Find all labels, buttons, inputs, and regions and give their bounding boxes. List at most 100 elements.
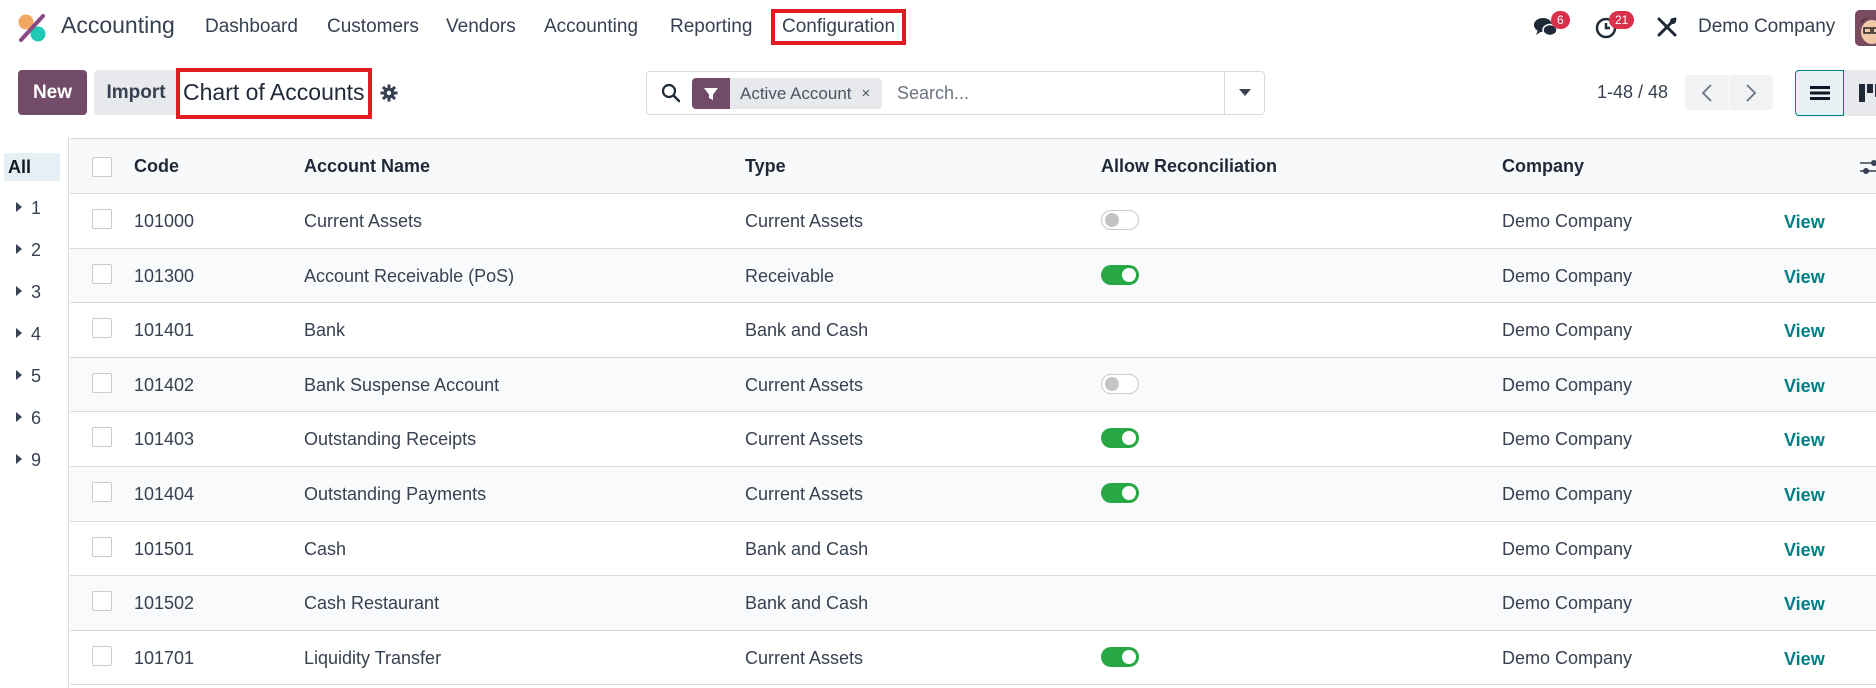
table-row[interactable]: 101000 Current Assets Current Assets Demo C… bbox=[70, 194, 1876, 249]
settings-tools-icon[interactable] bbox=[1656, 16, 1678, 38]
accounts-table: Code Account Name Type Allow Reconciliat… bbox=[70, 138, 1876, 686]
row-checkbox[interactable] bbox=[92, 481, 112, 502]
allow-reconciliation-toggle[interactable] bbox=[1101, 264, 1139, 285]
cell-company: Demo Company bbox=[1502, 647, 1633, 668]
toggle-knob bbox=[1105, 376, 1119, 391]
cell-code: 101000 bbox=[134, 211, 195, 231]
table-row[interactable]: 101402 Bank Suspense Account Current Asset… bbox=[70, 357, 1876, 413]
sidebar-group-6[interactable]: 6 bbox=[4, 404, 60, 432]
search-bar: Active Account × bbox=[646, 71, 1265, 115]
kanban-view-button[interactable] bbox=[1844, 70, 1876, 116]
cell-account-name: Bank Suspense Account bbox=[304, 374, 500, 395]
import-button[interactable]: Import bbox=[94, 70, 178, 115]
allow-reconciliation-toggle[interactable] bbox=[1101, 646, 1139, 667]
row-checkbox[interactable] bbox=[92, 427, 112, 448]
pager-value[interactable]: 1-48 / 48 bbox=[1597, 82, 1668, 103]
menu-customers[interactable]: Customers bbox=[327, 16, 419, 38]
allow-reconciliation-toggle[interactable] bbox=[1101, 373, 1139, 394]
row-checkbox[interactable] bbox=[92, 536, 112, 557]
menu-dashboard[interactable]: Dashboard bbox=[205, 16, 298, 38]
sidebar-group-label: 5 bbox=[31, 366, 42, 386]
sidebar-group-5[interactable]: 5 bbox=[4, 362, 60, 390]
menu-configuration[interactable]: Configuration bbox=[770, 9, 907, 45]
row-checkbox[interactable] bbox=[92, 263, 112, 284]
sidebar-group-4[interactable]: 4 bbox=[4, 320, 60, 348]
cell-type: Bank and Cash bbox=[745, 593, 869, 614]
sidebar-group-2[interactable]: 2 bbox=[4, 236, 60, 264]
cell-company: Demo Company bbox=[1502, 211, 1633, 231]
page-title: Chart of Accounts bbox=[176, 68, 372, 119]
table-row[interactable]: 101300 Account Receivable (PoS) Receivable… bbox=[70, 248, 1876, 304]
view-button[interactable]: View bbox=[1784, 485, 1825, 506]
search-input[interactable] bbox=[897, 80, 1197, 107]
activities-badge: 21 bbox=[1609, 11, 1635, 29]
row-checkbox[interactable] bbox=[92, 318, 112, 339]
gear-icon[interactable] bbox=[380, 84, 398, 102]
cell-account-name: Outstanding Payments bbox=[304, 483, 487, 504]
sidebar-group-label: 1 bbox=[31, 198, 42, 218]
optional-columns-icon[interactable] bbox=[1860, 157, 1876, 177]
chevron-right-icon bbox=[1746, 83, 1757, 102]
table-row[interactable]: 101502 Cash Restaurant Bank and Cash Demo C… bbox=[70, 576, 1876, 631]
facet-remove-icon[interactable]: × bbox=[862, 85, 883, 102]
view-button[interactable]: View bbox=[1784, 594, 1825, 615]
user-avatar[interactable] bbox=[1855, 10, 1876, 46]
caret-right-icon bbox=[16, 454, 22, 465]
sidebar-group-label: 2 bbox=[31, 240, 42, 260]
cell-account-name: Cash Restaurant bbox=[304, 593, 440, 614]
cell-company: Demo Company bbox=[1502, 265, 1633, 286]
search-icon[interactable] bbox=[661, 83, 681, 103]
menu-vendors[interactable]: Vendors bbox=[446, 16, 516, 38]
allow-reconciliation-toggle[interactable] bbox=[1101, 210, 1139, 230]
allow-reconciliation-toggle[interactable] bbox=[1101, 482, 1139, 503]
table-row[interactable]: 101401 Bank Bank and Cash Demo Company View bbox=[70, 303, 1876, 358]
list-view-button[interactable] bbox=[1795, 70, 1844, 116]
column-header-company[interactable]: Company bbox=[1502, 156, 1584, 177]
table-body: 101000 Current Assets Current Assets Demo C… bbox=[70, 194, 1876, 686]
allow-reconciliation-toggle[interactable] bbox=[1101, 428, 1139, 449]
menu-accounting[interactable]: Accounting bbox=[544, 16, 638, 38]
view-button[interactable]: View bbox=[1784, 267, 1825, 288]
caret-right-icon bbox=[16, 202, 22, 213]
sidebar-item-all[interactable]: All bbox=[4, 153, 60, 181]
sidebar-group-9[interactable]: 9 bbox=[4, 446, 60, 474]
select-all-checkbox[interactable] bbox=[92, 157, 112, 177]
view-button[interactable]: View bbox=[1784, 212, 1825, 233]
cell-type: Current Assets bbox=[745, 374, 864, 395]
table-row[interactable]: 101404 Outstanding Payments Current Assets… bbox=[70, 466, 1876, 522]
table-row[interactable]: 101403 Outstanding Receipts Current Assets… bbox=[70, 412, 1876, 467]
filter-icon bbox=[692, 78, 730, 109]
table-row[interactable]: 101501 Cash Bank and Cash Demo Company View bbox=[70, 521, 1876, 577]
row-checkbox[interactable] bbox=[92, 209, 112, 229]
column-header-account-name[interactable]: Account Name bbox=[304, 156, 430, 177]
sidebar-group-label: 3 bbox=[31, 282, 42, 302]
view-button[interactable]: View bbox=[1784, 430, 1825, 451]
accounting-app-logo-icon[interactable] bbox=[16, 12, 48, 44]
search-options-toggle[interactable] bbox=[1224, 72, 1264, 114]
sidebar-group-label: 6 bbox=[31, 408, 42, 428]
cell-code: 101701 bbox=[134, 647, 195, 668]
app-name[interactable]: Accounting bbox=[61, 12, 175, 39]
new-button[interactable]: New bbox=[18, 70, 87, 115]
table-row[interactable]: 101701 Liquidity Transfer Current Assets De… bbox=[70, 630, 1876, 686]
company-switcher[interactable]: Demo Company bbox=[1698, 16, 1835, 38]
column-header-allow-reconciliation[interactable]: Allow Reconciliation bbox=[1101, 156, 1277, 177]
row-checkbox[interactable] bbox=[92, 645, 112, 666]
sidebar-group-3[interactable]: 3 bbox=[4, 278, 60, 306]
column-header-type[interactable]: Type bbox=[745, 156, 786, 177]
view-button[interactable]: View bbox=[1784, 321, 1825, 342]
menu-reporting[interactable]: Reporting bbox=[670, 16, 752, 38]
caret-right-icon bbox=[16, 412, 22, 423]
row-checkbox[interactable] bbox=[92, 591, 112, 612]
sidebar-group-1[interactable]: 1 bbox=[4, 194, 60, 222]
pager-previous-button[interactable] bbox=[1685, 75, 1730, 110]
view-button[interactable]: View bbox=[1784, 649, 1825, 670]
pager-next-button[interactable] bbox=[1730, 75, 1774, 110]
search-facet-active-account: Active Account × bbox=[692, 78, 883, 109]
cell-company: Demo Company bbox=[1502, 374, 1633, 395]
view-switcher bbox=[1795, 70, 1876, 116]
view-button[interactable]: View bbox=[1784, 540, 1825, 561]
row-checkbox[interactable] bbox=[92, 372, 112, 393]
view-button[interactable]: View bbox=[1784, 376, 1825, 397]
column-header-code[interactable]: Code bbox=[134, 156, 179, 177]
